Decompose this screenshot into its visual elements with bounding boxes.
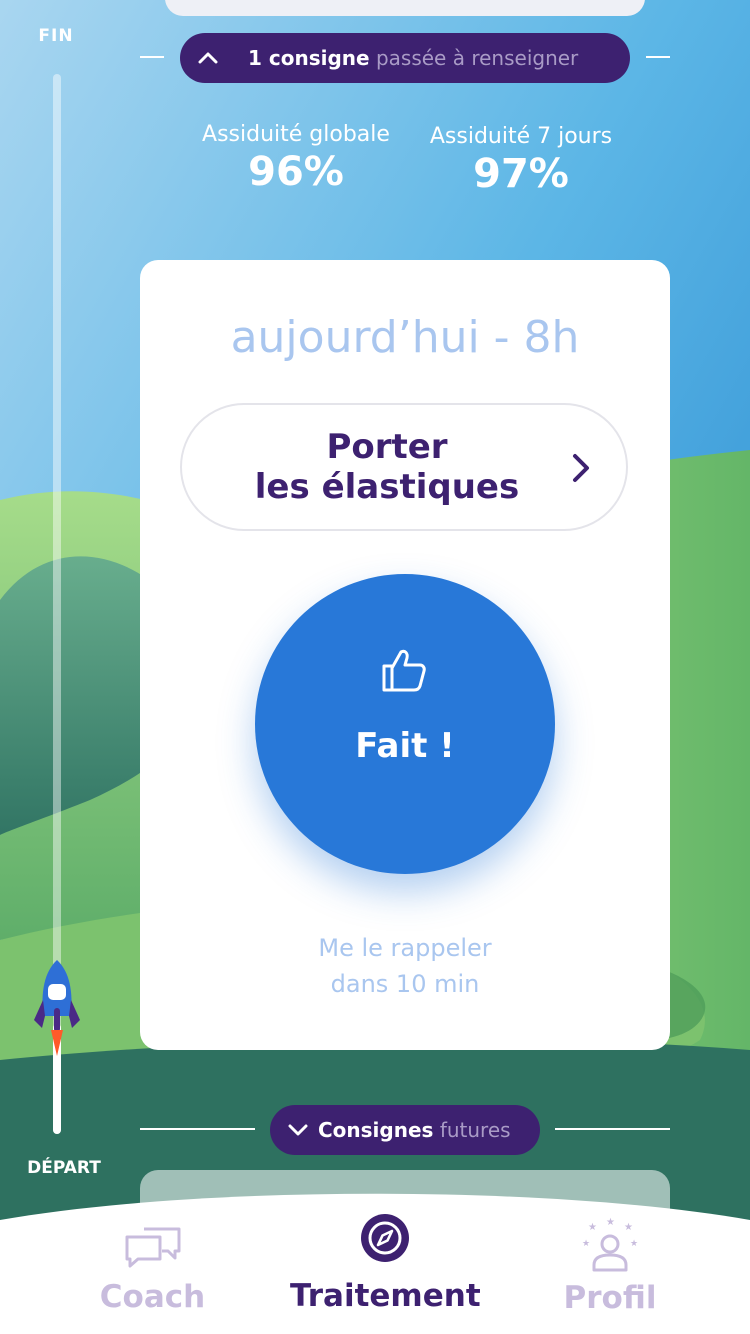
future-rest-label: futures: [439, 1118, 511, 1142]
rocket-icon: [34, 960, 80, 1056]
svg-text:★: ★: [630, 1239, 638, 1249]
stat-week-label: Assiduité 7 jours: [429, 124, 613, 149]
task-name-line1: Porter: [326, 427, 448, 467]
divider-left: [140, 56, 164, 58]
past-rest-label: passée à renseigner: [375, 46, 579, 70]
svg-text:★: ★: [582, 1239, 590, 1249]
progress-end-label: FIN: [38, 26, 74, 46]
chevron-up-icon: [198, 48, 218, 68]
task-card: aujourd’hui - 8h Porter les élastiques F…: [140, 260, 670, 1050]
task-name-button[interactable]: Porter les élastiques: [180, 403, 628, 531]
tab-profile-label: Profil: [563, 1280, 657, 1316]
tab-treatment-label: Traitement: [290, 1278, 481, 1314]
progress-start-label: DÉPART: [27, 1158, 101, 1178]
done-label: Fait !: [355, 726, 455, 766]
svg-text:★: ★: [624, 1222, 633, 1233]
tab-profile[interactable]: ★ ★ ★ ★ ★ Profil: [530, 1216, 690, 1326]
tab-treatment[interactable]: Traitement: [290, 1212, 481, 1322]
divider-right-future: [555, 1128, 670, 1130]
thumbs-up-icon: [382, 649, 426, 692]
stat-global-value: 96%: [248, 149, 344, 195]
chat-bubbles-icon: [125, 1227, 180, 1268]
remind-line2: dans 10 min: [330, 970, 480, 998]
stat-week-value: 97%: [473, 151, 569, 197]
compass-icon: [361, 1214, 409, 1262]
tab-coach-label: Coach: [99, 1279, 206, 1315]
divider-left-future: [140, 1128, 255, 1130]
future-instructions-pill[interactable]: Consignes futures: [270, 1105, 540, 1155]
past-count-label: 1 consigne: [248, 46, 370, 70]
previous-card-stub: [165, 0, 645, 16]
tab-coach[interactable]: Coach: [70, 1225, 235, 1325]
past-instructions-pill[interactable]: 1 consigne passée à renseigner: [180, 33, 630, 83]
divider-right: [646, 56, 670, 58]
stat-global-label: Assiduité globale: [202, 122, 390, 147]
done-button[interactable]: Fait !: [255, 574, 555, 874]
chevron-right-icon: [573, 454, 589, 482]
task-name-line2: les élastiques: [254, 467, 520, 507]
future-bold-label: Consignes: [318, 1118, 434, 1142]
stat-global: Assiduité globale 96%: [186, 122, 406, 195]
chevron-down-icon: [288, 1124, 308, 1136]
svg-text:★: ★: [606, 1217, 615, 1228]
profile-icon: ★ ★ ★ ★ ★: [582, 1217, 638, 1272]
remind-later-link[interactable]: Me le rappeler dans 10 min: [140, 930, 670, 1002]
svg-text:★: ★: [588, 1222, 597, 1233]
stat-week: Assiduité 7 jours 97%: [418, 124, 624, 197]
remind-line1: Me le rappeler: [318, 934, 492, 962]
task-time: aujourd’hui - 8h: [230, 312, 580, 363]
